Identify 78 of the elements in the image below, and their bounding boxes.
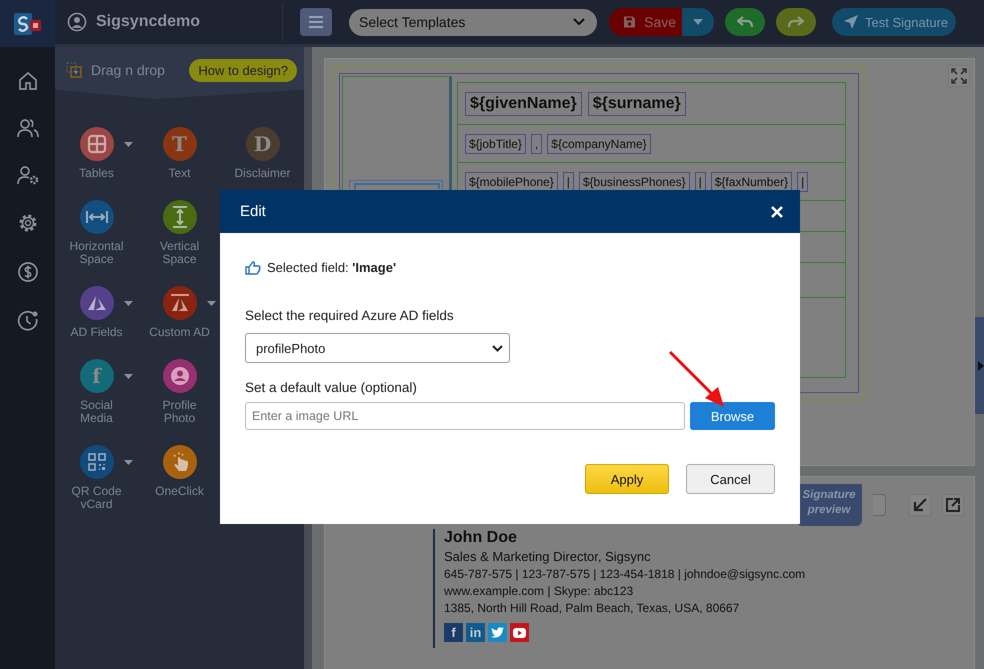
field-token[interactable]: ${surname} [588,92,686,116]
azure-field-select[interactable]: profilePhoto [245,333,510,363]
caret-icon[interactable] [124,142,132,147]
palette-item[interactable]: Vertical Space [138,200,221,266]
drag-drop-icon [66,62,82,78]
dialog-title: Edit [240,203,266,220]
external-link-icon[interactable] [942,494,964,516]
redo-icon [788,16,804,28]
glyph-tool-icon: D [246,127,280,161]
palette-item[interactable]: OneClick [138,445,221,511]
collapse-icon[interactable] [909,494,931,516]
caret-icon[interactable] [124,374,132,379]
save-button[interactable]: Save [609,8,682,36]
send-icon [844,15,858,29]
browse-button[interactable]: Browse [690,402,775,430]
home-icon[interactable] [18,71,38,91]
palette-item[interactable]: f Social Media [55,359,138,425]
users-icon[interactable] [16,118,38,138]
field-token[interactable]: ${givenName} [465,92,582,116]
user-settings-icon[interactable] [16,165,38,185]
palette-item[interactable]: AD Fields [55,286,138,339]
caret-icon[interactable] [124,301,132,306]
preview-ribbon: Signature preview [796,484,862,526]
apply-button[interactable]: Apply [585,464,669,494]
palette-item[interactable]: QR Code vCard [55,445,138,511]
field-label: Select the required Azure AD fields [245,308,455,323]
signature-line: 645-787-575 | 123-787-575 | 123-454-1818 | johndoe@sigsync.com [444,566,806,583]
palette-item[interactable]: T Text [138,127,221,180]
panel-toggle[interactable] [975,317,984,414]
palette-item[interactable]: Profile Photo [138,359,221,425]
undo-icon [737,16,754,28]
facebook-icon[interactable]: f [444,623,463,642]
caret-icon[interactable] [206,301,216,306]
user-avatar-icon [67,12,87,32]
app-logo [0,0,55,47]
fullscreen-icon[interactable] [948,65,970,87]
redo-button[interactable] [776,8,816,36]
signature-line: www.example.com | Skype: abc123 [444,583,634,600]
selected-field-text: Selected field: 'Image' [267,260,396,275]
caret-icon [978,360,984,370]
close-icon [771,206,783,218]
preview-input[interactable] [873,494,886,516]
account-name: Sigsyncdemo [96,13,200,31]
caret-icon [693,19,704,25]
caret-icon[interactable] [124,460,132,465]
undo-button[interactable] [725,8,766,36]
pointing-hand-icon [245,260,261,274]
signature-line: 1385, North Hill Road, Palm Beach, Texas, USA, 80667 [444,600,740,617]
palette-item[interactable]: D Disclaimer [221,127,304,180]
signature-name: John Doe [444,529,518,547]
save-options-button[interactable] [682,8,714,36]
clock-icon[interactable] [16,310,38,332]
menu-button[interactable] [300,8,332,36]
youtube-icon[interactable] [510,623,529,642]
dollar-icon[interactable] [16,261,38,283]
cancel-button[interactable]: Cancel [686,464,775,494]
palette-item[interactable]: Horizontal Space [55,200,138,266]
glyph-tool-icon: T [162,127,196,161]
twitter-icon[interactable] [488,623,507,642]
chevron-down-icon [492,344,503,352]
chevron-down-icon [573,18,586,26]
field-token[interactable]: ${jobTitle} [465,134,526,154]
glyph-tool-icon: f [80,359,114,393]
signature-title: Sales & Marketing Director, Sigsync [444,548,652,566]
field-label: Set a default value (optional) [245,380,418,395]
image-url-field[interactable]: Enter a image URL [245,402,685,430]
settings-icon[interactable] [16,212,38,234]
close-button[interactable] [771,206,783,218]
how-to-design-button[interactable]: How to design? [189,58,297,82]
palette-item[interactable]: Tables [55,127,138,180]
linkedin-icon[interactable]: in [466,623,485,642]
palette-item[interactable]: Custom AD [138,286,221,339]
menu-icon [309,16,324,28]
template-select[interactable]: Select Templates [349,8,598,36]
field-token[interactable]: ${companyName} [547,134,651,154]
field-token[interactable]: , [530,134,542,154]
test-signature-button[interactable]: Test Signature [832,8,956,36]
panel-title: Drag n drop [91,62,165,78]
